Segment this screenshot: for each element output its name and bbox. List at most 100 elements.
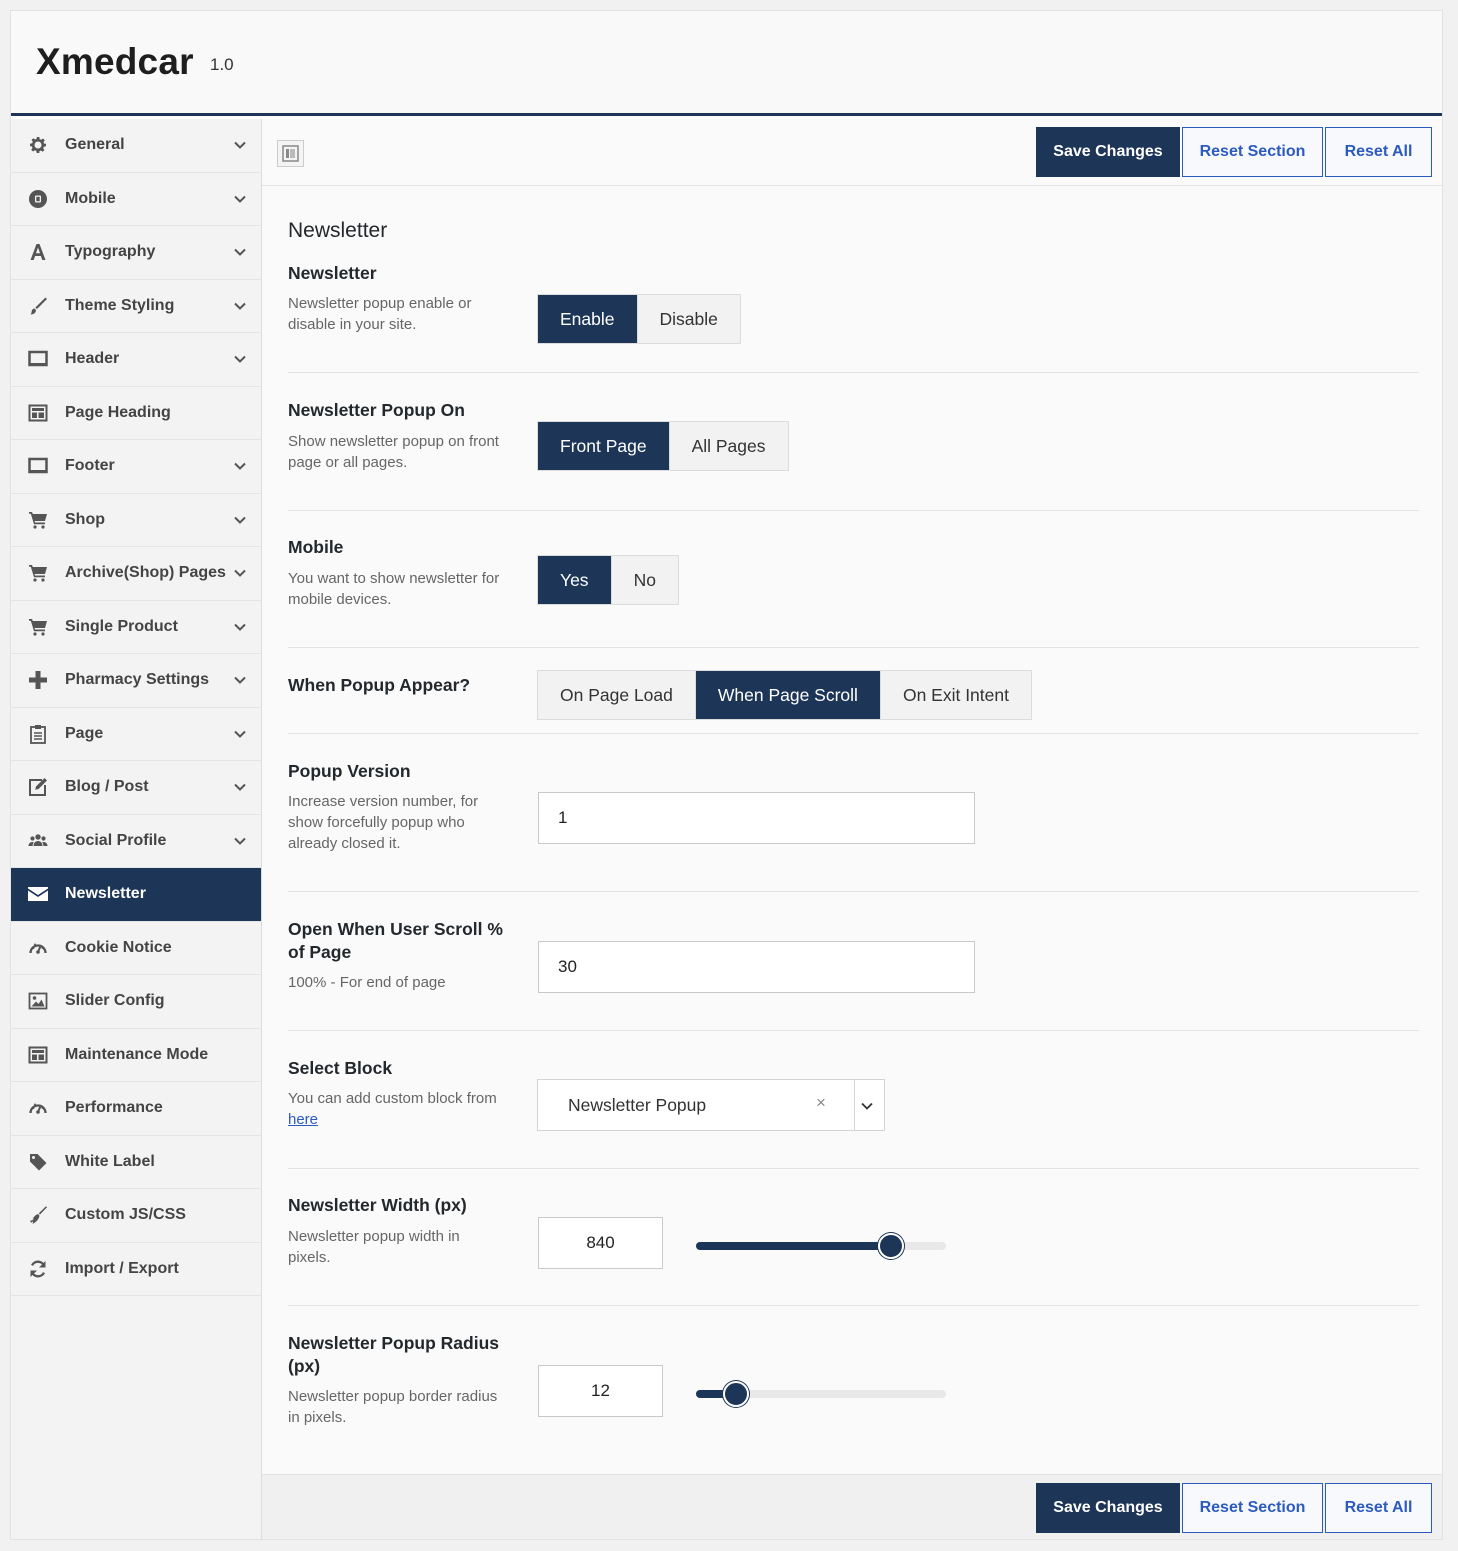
chevron-down-icon[interactable] bbox=[233, 299, 247, 313]
option-yes[interactable]: Yes bbox=[538, 556, 612, 604]
sidebar-item-label: Blog / Post bbox=[65, 778, 149, 796]
chevron-down-icon[interactable] bbox=[233, 673, 247, 687]
sidebar-item-archive-shop-pages[interactable]: Archive(Shop) Pages bbox=[11, 547, 261, 601]
option-enable[interactable]: Enable bbox=[538, 295, 638, 343]
sidebar-item-pharmacy-settings[interactable]: Pharmacy Settings bbox=[11, 654, 261, 708]
reset-section-button[interactable]: Reset Section bbox=[1182, 1483, 1323, 1533]
slider-handle[interactable] bbox=[723, 1381, 749, 1407]
field-title: Newsletter bbox=[288, 263, 377, 283]
scroll-percent-input[interactable]: 30 bbox=[538, 941, 975, 993]
option-on-exit-intent[interactable]: On Exit Intent bbox=[880, 671, 1031, 719]
field-newsletter: Newsletter Newsletter popup enable or di… bbox=[288, 259, 1419, 373]
chevron-down-icon[interactable] bbox=[233, 834, 247, 848]
sidebar-item-label: Footer bbox=[65, 457, 115, 475]
sidebar-item-header[interactable]: Header bbox=[11, 333, 261, 387]
width-slider[interactable] bbox=[696, 1233, 946, 1259]
sidebar-item-single-product[interactable]: Single Product bbox=[11, 601, 261, 654]
chevron-down-icon[interactable] bbox=[233, 138, 247, 152]
field-scroll-percent: Open When User Scroll % of Page 100% - F… bbox=[288, 892, 1419, 1031]
layout-toggle-button[interactable] bbox=[277, 140, 304, 167]
cart-icon bbox=[27, 509, 49, 531]
chevron-down-icon[interactable] bbox=[233, 727, 247, 741]
sidebar-item-label: Social Profile bbox=[65, 831, 167, 849]
chevron-down-icon[interactable] bbox=[233, 566, 247, 580]
chevron-down-icon[interactable] bbox=[233, 513, 247, 527]
sidebar-item-maintenance-mode[interactable]: Maintenance Mode bbox=[11, 1029, 261, 1082]
popup-version-input[interactable]: 1 bbox=[538, 792, 975, 844]
sidebar: General Mobile Typography Theme Styling Head… bbox=[11, 119, 262, 1539]
envelope-icon bbox=[27, 883, 49, 905]
sidebar-item-page-heading[interactable]: Page Heading bbox=[11, 387, 261, 440]
users-icon bbox=[27, 830, 49, 852]
option-front-page[interactable]: Front Page bbox=[538, 422, 670, 470]
clear-icon[interactable]: × bbox=[816, 1093, 826, 1113]
chevron-down-icon[interactable] bbox=[233, 352, 247, 366]
sidebar-item-label: Page Heading bbox=[65, 403, 171, 421]
option-no[interactable]: No bbox=[611, 556, 678, 604]
tag-icon bbox=[27, 1151, 49, 1173]
option-on-page-load[interactable]: On Page Load bbox=[538, 671, 696, 719]
window-icon bbox=[27, 402, 49, 424]
chevron-down-icon[interactable] bbox=[860, 1099, 874, 1113]
reset-section-button[interactable]: Reset Section bbox=[1182, 127, 1323, 177]
sidebar-item-mobile[interactable]: Mobile bbox=[11, 173, 261, 226]
sidebar-item-slider-config[interactable]: Slider Config bbox=[11, 975, 261, 1029]
sidebar-item-label: Custom JS/CSS bbox=[65, 1206, 186, 1224]
radius-slider[interactable] bbox=[696, 1381, 946, 1407]
sidebar-item-theme-styling[interactable]: Theme Styling bbox=[11, 280, 261, 333]
sidebar-item-general[interactable]: General bbox=[11, 119, 261, 173]
sidebar-item-label: Performance bbox=[65, 1099, 163, 1117]
slider-handle[interactable] bbox=[878, 1233, 904, 1259]
sidebar-item-blog-post[interactable]: Blog / Post bbox=[11, 761, 261, 815]
gear-icon bbox=[27, 134, 49, 156]
field-description: Newsletter popup enable or disable in yo… bbox=[288, 295, 472, 333]
field-title: Select Block bbox=[288, 1058, 393, 1078]
field-title: Popup Version bbox=[288, 761, 411, 781]
sidebar-item-performance[interactable]: Performance bbox=[11, 1082, 261, 1136]
sidebar-item-typography[interactable]: Typography bbox=[11, 226, 261, 280]
option-all-pages[interactable]: All Pages bbox=[669, 422, 788, 470]
sidebar-item-footer[interactable]: Footer bbox=[11, 440, 261, 494]
field-title: Newsletter Popup Radius (px) bbox=[288, 1333, 500, 1376]
dashboard-icon bbox=[27, 1097, 49, 1119]
sidebar-item-shop[interactable]: Shop bbox=[11, 494, 261, 547]
field-description: Newsletter popup width in pixels. bbox=[288, 1228, 460, 1266]
monitor-icon bbox=[27, 348, 49, 370]
sidebar-item-social-profile[interactable]: Social Profile bbox=[11, 815, 261, 868]
sidebar-item-cookie-notice[interactable]: Cookie Notice bbox=[11, 922, 261, 975]
field-popup-on: Newsletter Popup On Show newsletter popu… bbox=[288, 373, 1419, 511]
sidebar-item-page[interactable]: Page bbox=[11, 708, 261, 761]
reset-all-button[interactable]: Reset All bbox=[1325, 1483, 1432, 1533]
sidebar-item-label: Cookie Notice bbox=[65, 938, 172, 956]
sidebar-item-import-export[interactable]: Import / Export bbox=[11, 1243, 261, 1296]
sidebar-item-label: Shop bbox=[65, 510, 105, 528]
chevron-down-icon[interactable] bbox=[233, 780, 247, 794]
save-changes-button[interactable]: Save Changes bbox=[1036, 127, 1180, 177]
block-select[interactable]: Newsletter Popup × bbox=[537, 1079, 885, 1131]
options-panel: Xmedcar 1.0 General Mobile Typography Theme… bbox=[10, 10, 1443, 1540]
sidebar-item-newsletter[interactable]: Newsletter bbox=[11, 868, 261, 922]
field-title: Newsletter Popup On bbox=[288, 400, 465, 420]
broom-icon bbox=[27, 1204, 49, 1226]
sidebar-item-label: Single Product bbox=[65, 617, 178, 635]
sidebar-item-label: Page bbox=[65, 724, 104, 742]
radius-value-input[interactable]: 12 bbox=[538, 1365, 663, 1417]
reset-all-button[interactable]: Reset All bbox=[1325, 127, 1432, 177]
divider bbox=[854, 1080, 855, 1130]
app-title: Xmedcar bbox=[36, 41, 194, 82]
save-changes-button[interactable]: Save Changes bbox=[1036, 1483, 1180, 1533]
width-value-input[interactable]: 840 bbox=[538, 1217, 663, 1269]
cart-icon bbox=[27, 562, 49, 584]
chevron-down-icon[interactable] bbox=[233, 620, 247, 634]
chevron-down-icon[interactable] bbox=[233, 459, 247, 473]
chevron-down-icon[interactable] bbox=[233, 245, 247, 259]
here-link[interactable]: here bbox=[288, 1111, 318, 1128]
clipboard-icon bbox=[27, 723, 49, 745]
option-disable[interactable]: Disable bbox=[637, 295, 740, 343]
option-when-page-scroll[interactable]: When Page Scroll bbox=[695, 671, 881, 719]
refresh-icon bbox=[27, 1258, 49, 1280]
sidebar-item-label: Archive(Shop) Pages bbox=[65, 564, 226, 582]
sidebar-item-white-label[interactable]: White Label bbox=[11, 1136, 261, 1189]
chevron-down-icon[interactable] bbox=[233, 192, 247, 206]
sidebar-item-custom-js-css[interactable]: Custom JS/CSS bbox=[11, 1189, 261, 1243]
